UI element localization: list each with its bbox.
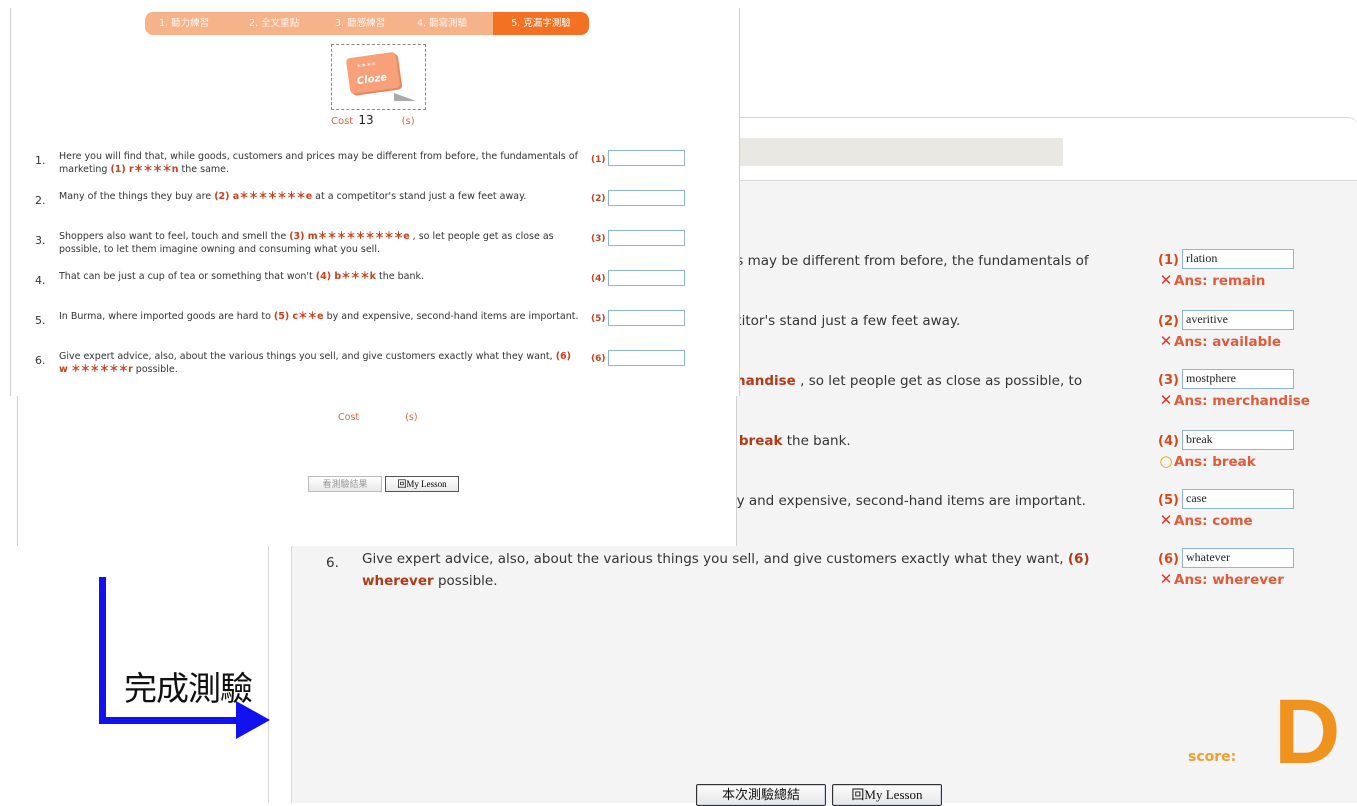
- back-to-my-lesson-button[interactable]: 回My Lesson: [385, 476, 459, 492]
- quiz-window: 1. 聽力練習 2. 全文重點 3. 聽感練習 4. 聽寫測驗 5. 克漏字測驗…: [10, 8, 740, 396]
- cloze-icon: **** Cloze: [331, 44, 426, 110]
- answer-label: (1): [1158, 253, 1179, 268]
- tab-dictation-test[interactable]: 4. 聽寫測驗: [417, 12, 467, 35]
- wrong-icon: ✕: [1159, 332, 1173, 350]
- answer-input-3[interactable]: mostphere: [1182, 369, 1294, 389]
- test-summary-button[interactable]: 本次測驗總結: [696, 784, 826, 806]
- result-header-bar: [729, 138, 1063, 166]
- view-result-button[interactable]: 看測驗結果: [308, 476, 382, 492]
- tab-listening-sense[interactable]: 3. 聽感練習: [335, 12, 385, 35]
- back-to-my-lesson-button[interactable]: 回My Lesson: [832, 784, 942, 806]
- correct-icon: ○: [1159, 452, 1173, 470]
- answer-input-4[interactable]: break: [1182, 430, 1294, 450]
- answer-label: (6): [1158, 552, 1179, 567]
- answer-input-3[interactable]: [608, 230, 685, 246]
- result-question-6: 6. Give expert advice, also, about the v…: [326, 551, 1090, 589]
- cost-timer-bottom: Cost (s): [338, 412, 418, 423]
- correct-answer: Ans: available: [1174, 334, 1282, 350]
- score-grade: D: [1274, 681, 1341, 783]
- correct-answer: Ans: break: [1174, 454, 1256, 470]
- tab-cloze-test[interactable]: 5. 克漏字測驗: [493, 12, 589, 35]
- answer-input-5[interactable]: case: [1182, 489, 1294, 509]
- answer-label: (4): [1158, 434, 1179, 449]
- answer-label: (5): [1158, 493, 1179, 508]
- wrong-icon: ✕: [1159, 271, 1173, 289]
- cloze-card-icon: **** Cloze: [345, 51, 401, 95]
- wrong-icon: ✕: [1159, 511, 1173, 529]
- correct-answer: Ans: come: [1174, 513, 1253, 529]
- correct-answer: Ans: wherever: [1174, 572, 1284, 588]
- answer-input-2[interactable]: [608, 190, 685, 206]
- answer-input-1[interactable]: rlation: [1182, 249, 1294, 269]
- arrow-icon: [394, 93, 416, 101]
- answer-input-2[interactable]: averitive: [1182, 310, 1294, 330]
- correct-answer: Ans: remain: [1174, 273, 1266, 289]
- question-number: 6.: [326, 555, 339, 571]
- wrong-icon: ✕: [1159, 391, 1173, 409]
- score-label: score:: [1188, 749, 1237, 765]
- answer-input-5[interactable]: [608, 310, 685, 326]
- answer-input-4[interactable]: [608, 270, 685, 286]
- answer-input-1[interactable]: [608, 150, 685, 166]
- tab-listening-practice[interactable]: 1. 聽力練習: [159, 12, 209, 35]
- answer-label: (2): [1158, 314, 1179, 329]
- arrow-annotation-horizontal: [99, 717, 239, 724]
- cost-value: 13: [358, 113, 374, 127]
- answer-label: (3): [1158, 373, 1179, 388]
- tab-bar: 1. 聽力練習 2. 全文重點 3. 聽感練習 4. 聽寫測驗 5. 克漏字測驗: [145, 12, 589, 35]
- answer-input-6[interactable]: [608, 350, 685, 366]
- answer-input-6[interactable]: whatever: [1182, 548, 1294, 568]
- correct-answer: Ans: merchandise: [1174, 393, 1310, 409]
- cost-timer: Cost 13 (s): [331, 113, 415, 127]
- tab-full-text-highlights[interactable]: 2. 全文重點: [249, 12, 299, 35]
- arrow-annotation-vertical: [99, 577, 106, 724]
- arrow-caption: 完成測驗: [124, 669, 253, 708]
- quiz-window-bottom: Cost (s) 看測驗結果 回My Lesson: [17, 396, 737, 546]
- wrong-icon: ✕: [1159, 570, 1173, 588]
